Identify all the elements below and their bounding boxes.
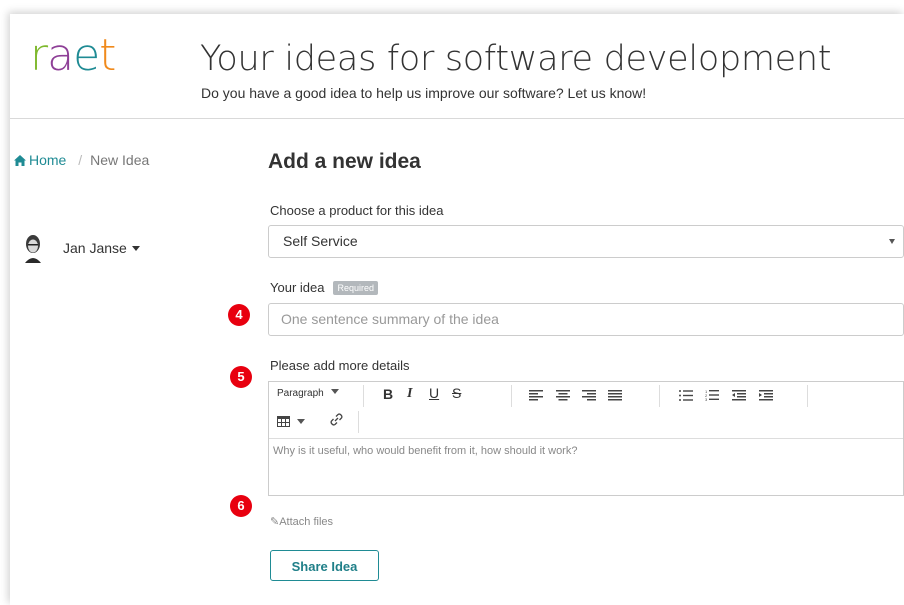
share-idea-button[interactable]: Share Idea: [270, 550, 379, 581]
table-menu[interactable]: [277, 414, 305, 429]
editor-toolbar: Paragraph B I U S 123: [269, 382, 903, 439]
user-name[interactable]: Jan Janse: [63, 240, 140, 256]
idea-label-text: Your idea: [270, 280, 325, 295]
page-header: raet Your ideas for software development…: [10, 14, 904, 119]
toolbar-divider: [358, 411, 359, 433]
caret-down-icon: [331, 389, 340, 394]
italic-icon[interactable]: I: [407, 386, 412, 402]
raet-logo[interactable]: raet: [30, 30, 116, 81]
outdent-icon[interactable]: [732, 390, 746, 401]
details-label: Please add more details: [270, 358, 410, 373]
annotation-badge-6: 6: [230, 495, 252, 517]
logo-letter-e: e: [73, 30, 100, 81]
strikethrough-icon[interactable]: S: [452, 385, 461, 401]
align-center-icon[interactable]: [556, 390, 570, 401]
logo-letter-r: r: [30, 30, 48, 81]
breadcrumb-home-link[interactable]: Home: [14, 152, 70, 168]
breadcrumb: Home / New Idea: [14, 152, 149, 168]
page-subtitle: Do you have a good idea to help us impro…: [201, 85, 647, 101]
idea-summary-placeholder: One sentence summary of the idea: [281, 311, 499, 327]
toolbar-divider: [659, 385, 660, 407]
numbered-list-icon[interactable]: 123: [705, 389, 719, 401]
breadcrumb-separator: /: [78, 152, 83, 168]
form-title: Add a new idea: [268, 150, 421, 173]
page-title: Your ideas for software development: [200, 39, 832, 79]
page-frame: raet Your ideas for software development…: [10, 14, 904, 605]
product-select-value: Self Service: [283, 233, 358, 249]
idea-summary-input[interactable]: One sentence summary of the idea: [268, 303, 904, 336]
indent-icon[interactable]: [759, 390, 773, 401]
bold-icon[interactable]: B: [383, 386, 393, 402]
bullet-list-icon[interactable]: [679, 390, 693, 401]
paragraph-format-dropdown[interactable]: Paragraph: [277, 388, 340, 399]
avatar: [22, 233, 44, 263]
breadcrumb-current: New Idea: [90, 152, 150, 168]
annotation-badge-5: 5: [230, 366, 252, 388]
product-select[interactable]: Self Service: [268, 225, 904, 258]
paperclip-icon: ✎: [270, 516, 280, 528]
align-left-icon[interactable]: [529, 390, 543, 401]
svg-text:3: 3: [705, 397, 708, 401]
toolbar-divider: [363, 385, 364, 407]
link-icon[interactable]: [330, 413, 343, 426]
logo-letter-a: a: [47, 30, 74, 81]
logo-letter-t: t: [99, 30, 116, 81]
dropdown-arrow-icon: [889, 239, 895, 244]
align-right-icon[interactable]: [582, 390, 596, 401]
caret-down-icon: [131, 246, 140, 251]
product-label: Choose a product for this idea: [270, 203, 444, 218]
idea-label: Your idea Required: [270, 280, 378, 295]
home-icon: [14, 155, 26, 166]
underline-icon[interactable]: U: [429, 385, 439, 401]
attach-files-label: Attach files: [279, 516, 334, 528]
user-name-label: Jan Janse: [63, 240, 127, 256]
align-justify-icon[interactable]: [608, 390, 622, 401]
required-badge: Required: [333, 281, 378, 295]
details-editor[interactable]: Paragraph B I U S 123 Why is it useful, …: [268, 381, 904, 496]
toolbar-divider: [807, 385, 808, 407]
breadcrumb-home-label: Home: [29, 152, 67, 168]
toolbar-divider: [511, 385, 512, 407]
details-placeholder: Why is it useful, who would benefit from…: [273, 445, 578, 457]
paragraph-format-label: Paragraph: [277, 388, 324, 399]
caret-down-icon: [296, 419, 305, 424]
attach-files-link[interactable]: ✎Attach files: [270, 515, 333, 528]
table-icon: [277, 416, 290, 427]
annotation-badge-4: 4: [228, 304, 250, 326]
